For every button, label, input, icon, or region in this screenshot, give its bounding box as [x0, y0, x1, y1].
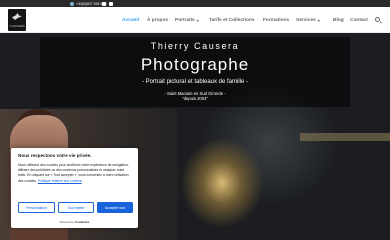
- reject-all-button[interactable]: Tout rejeter: [58, 202, 94, 213]
- chevron-down-icon[interactable]: ▾: [197, 18, 199, 23]
- hero-subtitle: - Portrait pictural et tableaux de famil…: [141, 79, 249, 85]
- nav-blog: Blog: [333, 7, 344, 33]
- logo-text: T.CAUSERA: [9, 25, 25, 28]
- accept-all-button[interactable]: Accepter tout: [97, 202, 133, 213]
- main-nav: Accueil: [122, 7, 139, 33]
- cookie-text: Nous utilisons des cookies pour améliore…: [18, 163, 132, 184]
- phone-link[interactable]: +33(0)607 326 603: [70, 0, 106, 7]
- cookieyes-brand[interactable]: CookieYes: [75, 220, 89, 224]
- powered-by-prefix: Powered by: [59, 220, 75, 224]
- hero-since: "depuis 2004": [182, 96, 208, 101]
- facebook-icon[interactable]: [102, 1, 106, 6]
- nav-item-a-propos[interactable]: À propos: [147, 18, 168, 23]
- cookie-title: Nous respectons votre vie privée.: [18, 153, 92, 158]
- cookie-policy-link[interactable]: Politique relative aux cookies: [38, 179, 82, 183]
- page-title: Photographe: [140, 55, 250, 74]
- nav-item-blog[interactable]: Blog: [333, 18, 344, 23]
- nav-item-formations[interactable]: Formations: [263, 18, 289, 23]
- customize-button[interactable]: Personnaliser: [18, 202, 55, 213]
- bird-logo-icon: [12, 13, 22, 20]
- phone-icon: [70, 1, 74, 6]
- nav-item-accueil[interactable]: Accueil: [122, 18, 139, 23]
- nav-item-contact[interactable]: Contact: [350, 18, 368, 23]
- nav-a-propos: À propos: [147, 7, 168, 33]
- nav-services: Services ▾: [296, 7, 320, 33]
- nav-item-tarifs[interactable]: Tarifs et Collections: [209, 18, 255, 23]
- camera-lens-photo: [300, 133, 390, 141]
- chevron-down-icon[interactable]: ▾: [318, 18, 320, 23]
- cookie-consent-panel: Nous respectons votre vie privée. Nous u…: [11, 148, 138, 228]
- powered-by: Powered by CookieYes: [11, 220, 138, 224]
- nav-tarifs: Tarifs et Collections: [209, 7, 255, 33]
- site-logo[interactable]: T.CAUSERA: [8, 9, 26, 31]
- nav-portraits: Portraits ▾: [175, 7, 199, 33]
- top-bar: +33(0)607 326 603: [0, 0, 390, 7]
- nav-item-services[interactable]: Services: [296, 18, 316, 23]
- site-header: T.CAUSERA Accueil À propos Portraits ▾ T…: [0, 7, 390, 33]
- instagram-icon[interactable]: [109, 1, 113, 6]
- nav-contact: Contact: [350, 7, 368, 33]
- search-icon[interactable]: [375, 17, 380, 22]
- nav-item-portraits[interactable]: Portraits: [175, 18, 195, 23]
- photographer-name: Thierry Causera: [150, 41, 240, 51]
- nav-formations: Formations: [263, 7, 289, 33]
